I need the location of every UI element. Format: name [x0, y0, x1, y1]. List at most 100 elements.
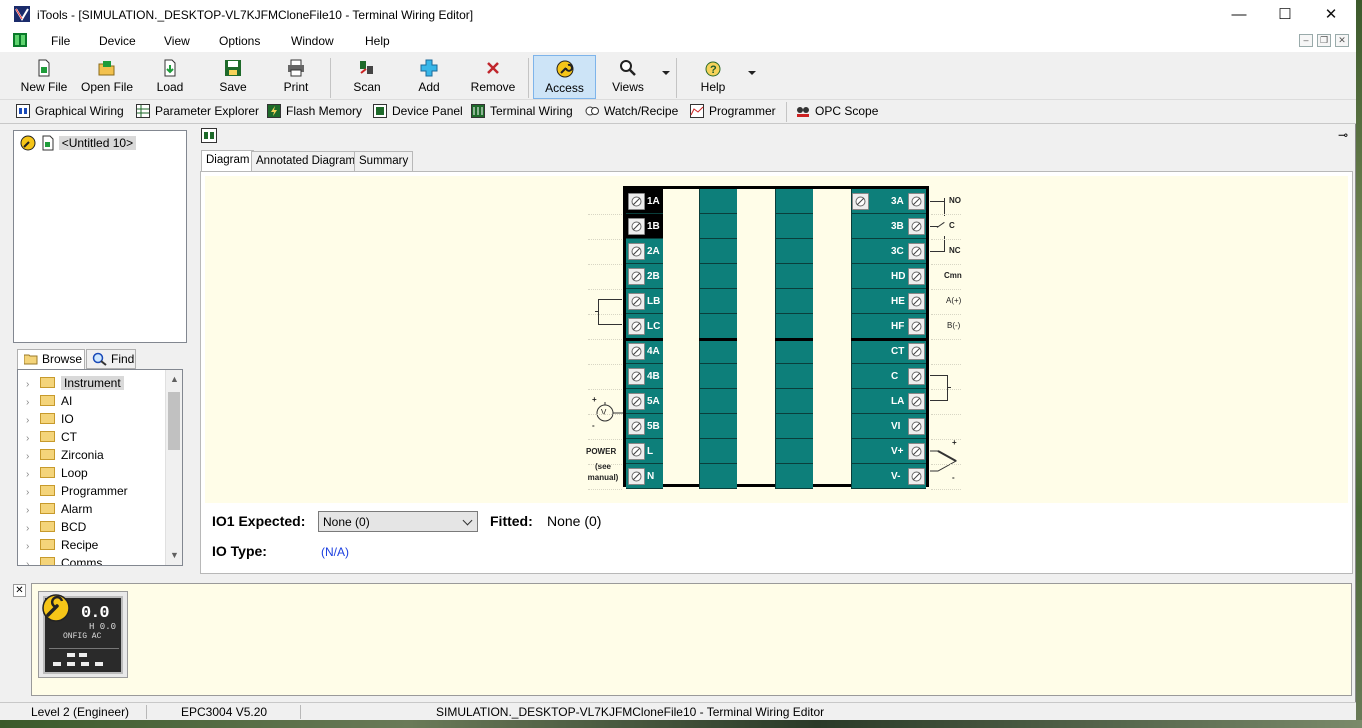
views-button[interactable]: Views: [603, 55, 653, 99]
terminal-screw-icon[interactable]: [628, 343, 645, 360]
browse-item-io[interactable]: › IO: [26, 412, 74, 430]
terminal-screw-icon[interactable]: [908, 468, 925, 485]
terminal-screw-icon[interactable]: [908, 293, 925, 310]
mdi-child-icon[interactable]: [13, 33, 27, 47]
tab-diagram[interactable]: Diagram: [201, 150, 255, 172]
chevron-right-icon[interactable]: ›: [26, 379, 36, 390]
terminal-screw-icon[interactable]: [908, 218, 925, 235]
tab-annotated-diagram[interactable]: Annotated Diagram: [251, 151, 361, 172]
terminal-slot: [775, 289, 813, 314]
terminal-wiring-button[interactable]: Terminal Wiring: [471, 104, 573, 120]
new-file-button[interactable]: New File: [17, 55, 71, 99]
chevron-right-icon[interactable]: ›: [26, 559, 36, 565]
tab-summary[interactable]: Summary: [354, 151, 414, 172]
terminal-screw-icon[interactable]: [628, 368, 645, 385]
mdi-restore-button[interactable]: ❐: [1317, 34, 1331, 47]
opc-scope-button[interactable]: OPC Scope: [796, 104, 878, 120]
browse-item-instrument[interactable]: › Instrument: [26, 376, 124, 394]
terminal-screw-icon[interactable]: [628, 318, 645, 335]
terminal-screw-icon[interactable]: [908, 393, 925, 410]
chevron-right-icon[interactable]: ›: [26, 397, 36, 408]
views-dropdown-arrow-icon[interactable]: [662, 71, 670, 75]
terminal-screw-icon[interactable]: [628, 218, 645, 235]
chevron-right-icon[interactable]: ›: [26, 451, 36, 462]
menu-view[interactable]: View: [164, 34, 190, 48]
terminal-screw-icon[interactable]: [628, 293, 645, 310]
tab-browse[interactable]: Browse: [17, 349, 85, 370]
mdi-close-button[interactable]: ✕: [1335, 34, 1349, 47]
browse-scrollbar[interactable]: ▲ ▼: [165, 370, 182, 565]
terminal-screw-icon[interactable]: [628, 193, 645, 210]
tree-root-item[interactable]: <Untitled 10>: [20, 135, 137, 153]
scan-button[interactable]: Scan: [343, 55, 391, 99]
terminal-screw-icon[interactable]: [628, 443, 645, 460]
terminal-screw-icon[interactable]: [628, 243, 645, 260]
menu-window[interactable]: Window: [291, 34, 334, 48]
maximize-button[interactable]: ☐: [1262, 0, 1308, 30]
terminal-screw-icon[interactable]: [908, 193, 925, 210]
help-dropdown-arrow-icon[interactable]: [748, 71, 756, 75]
chevron-right-icon[interactable]: ›: [26, 505, 36, 516]
terminal-screw-icon[interactable]: [628, 418, 645, 435]
tab-find[interactable]: Find: [86, 349, 136, 369]
print-button[interactable]: Print: [270, 55, 322, 99]
terminal-slot: [699, 214, 737, 239]
terminal-screw-icon[interactable]: [908, 268, 925, 285]
chevron-right-icon[interactable]: ›: [26, 433, 36, 444]
terminal-screw-icon[interactable]: [908, 243, 925, 260]
open-file-button[interactable]: Open File: [78, 55, 136, 99]
chevron-right-icon[interactable]: ›: [26, 541, 36, 552]
mdi-minimize-button[interactable]: –: [1299, 34, 1313, 47]
device-panel-button[interactable]: Device Panel: [373, 104, 463, 120]
save-button[interactable]: Save: [208, 55, 258, 99]
scroll-up-icon[interactable]: ▲: [170, 374, 179, 384]
terminal-screw-icon[interactable]: [628, 468, 645, 485]
folder-icon: [40, 521, 55, 532]
minimize-button[interactable]: —: [1216, 0, 1262, 30]
scroll-down-icon[interactable]: ▼: [170, 550, 179, 560]
terminal-screw-icon[interactable]: [908, 368, 925, 385]
terminal-screw-icon[interactable]: [628, 268, 645, 285]
terminal-screw-icon[interactable]: [908, 443, 925, 460]
scrollbar-thumb[interactable]: [168, 392, 180, 450]
terminal-screw-icon[interactable]: [852, 193, 869, 210]
chevron-right-icon[interactable]: ›: [26, 487, 36, 498]
menu-file[interactable]: File: [51, 34, 70, 48]
flash-memory-button[interactable]: Flash Memory: [267, 104, 362, 120]
terminal-screw-icon[interactable]: [908, 318, 925, 335]
chevron-right-icon[interactable]: ›: [26, 523, 36, 534]
browse-item-bcd[interactable]: › BCD: [26, 520, 86, 538]
device-thumbnail[interactable]: 0.0 H 0.0 ONFIG AC: [38, 591, 128, 678]
browse-item-ai[interactable]: › AI: [26, 394, 72, 412]
browse-item-zirconia[interactable]: › Zirconia: [26, 448, 104, 466]
close-device-panel-icon[interactable]: ✕: [13, 584, 26, 597]
chevron-right-icon[interactable]: ›: [26, 415, 36, 426]
terminal-screw-icon[interactable]: [908, 343, 925, 360]
folder-icon: [40, 431, 55, 442]
browse-item-comms[interactable]: › Comms: [26, 556, 102, 565]
watch-recipe-button[interactable]: Watch/Recipe: [585, 104, 678, 120]
parameter-explorer-button[interactable]: Parameter Explorer: [136, 104, 259, 120]
remove-button[interactable]: Remove: [466, 55, 520, 99]
menu-help[interactable]: Help: [365, 34, 390, 48]
browse-item-loop[interactable]: › Loop: [26, 466, 88, 484]
menu-options[interactable]: Options: [219, 34, 260, 48]
close-button[interactable]: ✕: [1308, 0, 1354, 30]
access-button[interactable]: Access: [533, 55, 596, 99]
toolbar-separator: [330, 58, 331, 98]
graphical-wiring-button[interactable]: Graphical Wiring: [16, 104, 124, 120]
chevron-right-icon[interactable]: ›: [26, 469, 36, 480]
browse-item-recipe[interactable]: › Recipe: [26, 538, 98, 556]
load-button[interactable]: Load: [146, 55, 194, 99]
pin-icon[interactable]: ⊸: [1338, 128, 1348, 142]
terminal-screw-icon[interactable]: [628, 393, 645, 410]
add-button[interactable]: Add: [405, 55, 453, 99]
programmer-button[interactable]: Programmer: [690, 104, 776, 120]
browse-item-ct[interactable]: › CT: [26, 430, 77, 448]
menu-device[interactable]: Device: [99, 34, 136, 48]
help-button[interactable]: ? Help: [689, 55, 737, 99]
terminal-screw-icon[interactable]: [908, 418, 925, 435]
browse-item-programmer[interactable]: › Programmer: [26, 484, 128, 502]
io1-expected-select[interactable]: None (0): [318, 511, 478, 532]
browse-item-alarm[interactable]: › Alarm: [26, 502, 92, 520]
